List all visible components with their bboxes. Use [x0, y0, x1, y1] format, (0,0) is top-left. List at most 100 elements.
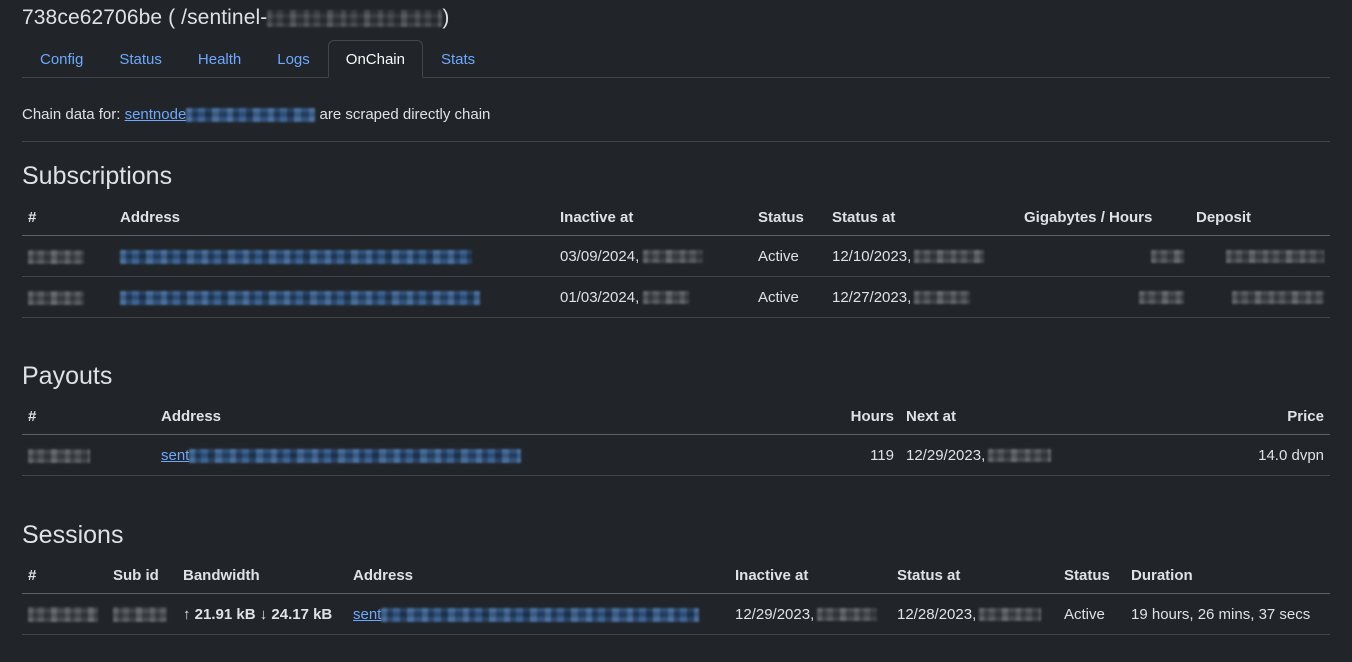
redacted-status-time: [979, 608, 1042, 622]
col-hours: Hours: [795, 404, 900, 435]
redacted-inactive-time: [643, 291, 690, 305]
section-title-payouts: Payouts: [22, 362, 113, 390]
payouts-header-row: # Address Hours Next at Price: [22, 404, 1330, 435]
status-at-date: 12/10/2023,: [832, 247, 912, 265]
tab-status[interactable]: Status: [101, 40, 180, 78]
col-inactive-at: Inactive at: [554, 205, 752, 236]
payout-address-link[interactable]: sent: [161, 447, 189, 464]
subscriptions-table: # Address Inactive at Status Status at G…: [22, 205, 1330, 318]
tab-stats[interactable]: Stats: [423, 40, 493, 78]
cell-index: [22, 593, 107, 635]
tab-onchain[interactable]: OnChain: [327, 40, 423, 78]
cell-gigabytes-hours: [1018, 235, 1190, 277]
sentnode-link[interactable]: sentnode: [125, 106, 187, 123]
cell-gigabytes-hours: [1018, 276, 1190, 318]
col-duration: Duration: [1125, 563, 1330, 594]
sessions-header-row: # Sub id Bandwidth Address Inactive at S…: [22, 563, 1330, 594]
redacted-inactive-time: [643, 250, 704, 264]
redacted-index: [28, 607, 98, 623]
section-title-sessions: Sessions: [22, 521, 124, 549]
cell-status: Active: [752, 235, 826, 277]
col-gigabytes-hours: Gigabytes / Hours: [1018, 205, 1190, 236]
path-suffix: ): [442, 6, 450, 29]
path-prefix: ( /sentinel-: [168, 6, 268, 29]
redacted-gigabytes-hours: [1151, 250, 1184, 264]
col-inactive-at: Inactive at: [729, 563, 891, 594]
col-address: Address: [347, 563, 729, 594]
cell-bandwidth: ↑ 21.91 kB ↓ 24.17 kB: [177, 593, 347, 635]
chain-notice-suffix: are scraped directly chain: [319, 106, 491, 123]
tab-logs[interactable]: Logs: [259, 40, 328, 78]
cell-index: [22, 434, 155, 476]
col-index: #: [22, 404, 155, 435]
table-row[interactable]: 01/03/2024, Active 12/27/2023,: [22, 276, 1330, 318]
redacted-deposit: [1232, 291, 1324, 305]
redacted-index: [28, 249, 84, 264]
inactive-at-date: 03/09/2024,: [560, 247, 640, 265]
redacted-gigabytes-hours: [1139, 291, 1184, 305]
inactive-at-date: 12/29/2023,: [735, 605, 815, 623]
redacted-address: [120, 249, 472, 264]
chain-notice-prefix: Chain data for:: [22, 106, 121, 123]
cell-inactive-at: 12/29/2023,: [729, 593, 891, 635]
cell-price: 14.0 dvpn: [1170, 434, 1330, 476]
tab-config[interactable]: Config: [22, 40, 101, 78]
cell-status: Active: [752, 276, 826, 318]
bandwidth-value: ↑ 21.91 kB ↓ 24.17 kB: [183, 605, 333, 623]
cell-hours: 119: [795, 434, 900, 476]
col-status-at: Status at: [826, 205, 1018, 236]
col-bandwidth: Bandwidth: [177, 563, 347, 594]
tab-bar: Config Status Health Logs OnChain Stats: [22, 40, 1330, 78]
notice-divider: [22, 141, 1330, 142]
inactive-at-date: 01/03/2024,: [560, 288, 640, 306]
onchain-page: 738ce62706be ( /sentinel-) Config Status…: [0, 0, 1352, 662]
next-at-date: 12/29/2023,: [906, 446, 986, 464]
cell-index: [22, 235, 114, 277]
redacted-index: [28, 290, 84, 305]
redacted-session-address: [381, 607, 700, 622]
table-row[interactable]: 03/09/2024, Active 12/10/2023,: [22, 235, 1330, 277]
cell-status-at: 12/28/2023,: [891, 593, 1058, 635]
col-address: Address: [114, 205, 554, 236]
payouts-table: # Address Hours Next at Price sent 119 1…: [22, 404, 1330, 476]
col-price: Price: [1170, 404, 1330, 435]
cell-address: [114, 235, 554, 277]
cell-address: [114, 276, 554, 318]
col-sub-id: Sub id: [107, 563, 177, 594]
col-index: #: [22, 205, 114, 236]
cell-index: [22, 276, 114, 318]
cell-address: sent: [155, 434, 795, 476]
cell-duration: 19 hours, 26 mins, 37 secs: [1125, 593, 1330, 635]
cell-status: Active: [1058, 593, 1125, 635]
cell-next-at: 12/29/2023,: [900, 434, 1170, 476]
col-status: Status: [752, 205, 826, 236]
session-address-link[interactable]: sent: [353, 606, 381, 623]
cell-deposit: [1190, 276, 1330, 318]
subscriptions-header-row: # Address Inactive at Status Status at G…: [22, 205, 1330, 236]
col-status-at: Status at: [891, 563, 1058, 594]
cell-status-at: 12/10/2023,: [826, 235, 1018, 277]
redacted-path: [267, 9, 443, 27]
page-title: 738ce62706be ( /sentinel-): [22, 4, 449, 32]
redacted-payout-address: [189, 448, 522, 463]
col-address: Address: [155, 404, 795, 435]
redacted-next-time: [988, 449, 1052, 463]
col-next-at: Next at: [900, 404, 1170, 435]
table-row[interactable]: sent 119 12/29/2023, 14.0 dvpn: [22, 434, 1330, 476]
sessions-table: # Sub id Bandwidth Address Inactive at S…: [22, 563, 1330, 635]
redacted-index: [28, 448, 90, 463]
table-row[interactable]: ↑ 21.91 kB ↓ 24.17 kB sent 12/29/2023, 1…: [22, 593, 1330, 635]
cell-deposit: [1190, 235, 1330, 277]
cell-address: sent: [347, 593, 729, 635]
container-id: 738ce62706be: [22, 6, 163, 29]
redacted-sub-id: [113, 607, 167, 623]
redacted-address: [120, 290, 480, 305]
col-deposit: Deposit: [1190, 205, 1330, 236]
redacted-status-time: [914, 291, 971, 305]
cell-sub-id: [107, 593, 177, 635]
col-index: #: [22, 563, 107, 594]
section-title-subscriptions: Subscriptions: [22, 162, 173, 190]
cell-inactive-at: 03/09/2024,: [554, 235, 752, 277]
col-status: Status: [1058, 563, 1125, 594]
tab-health[interactable]: Health: [180, 40, 259, 78]
